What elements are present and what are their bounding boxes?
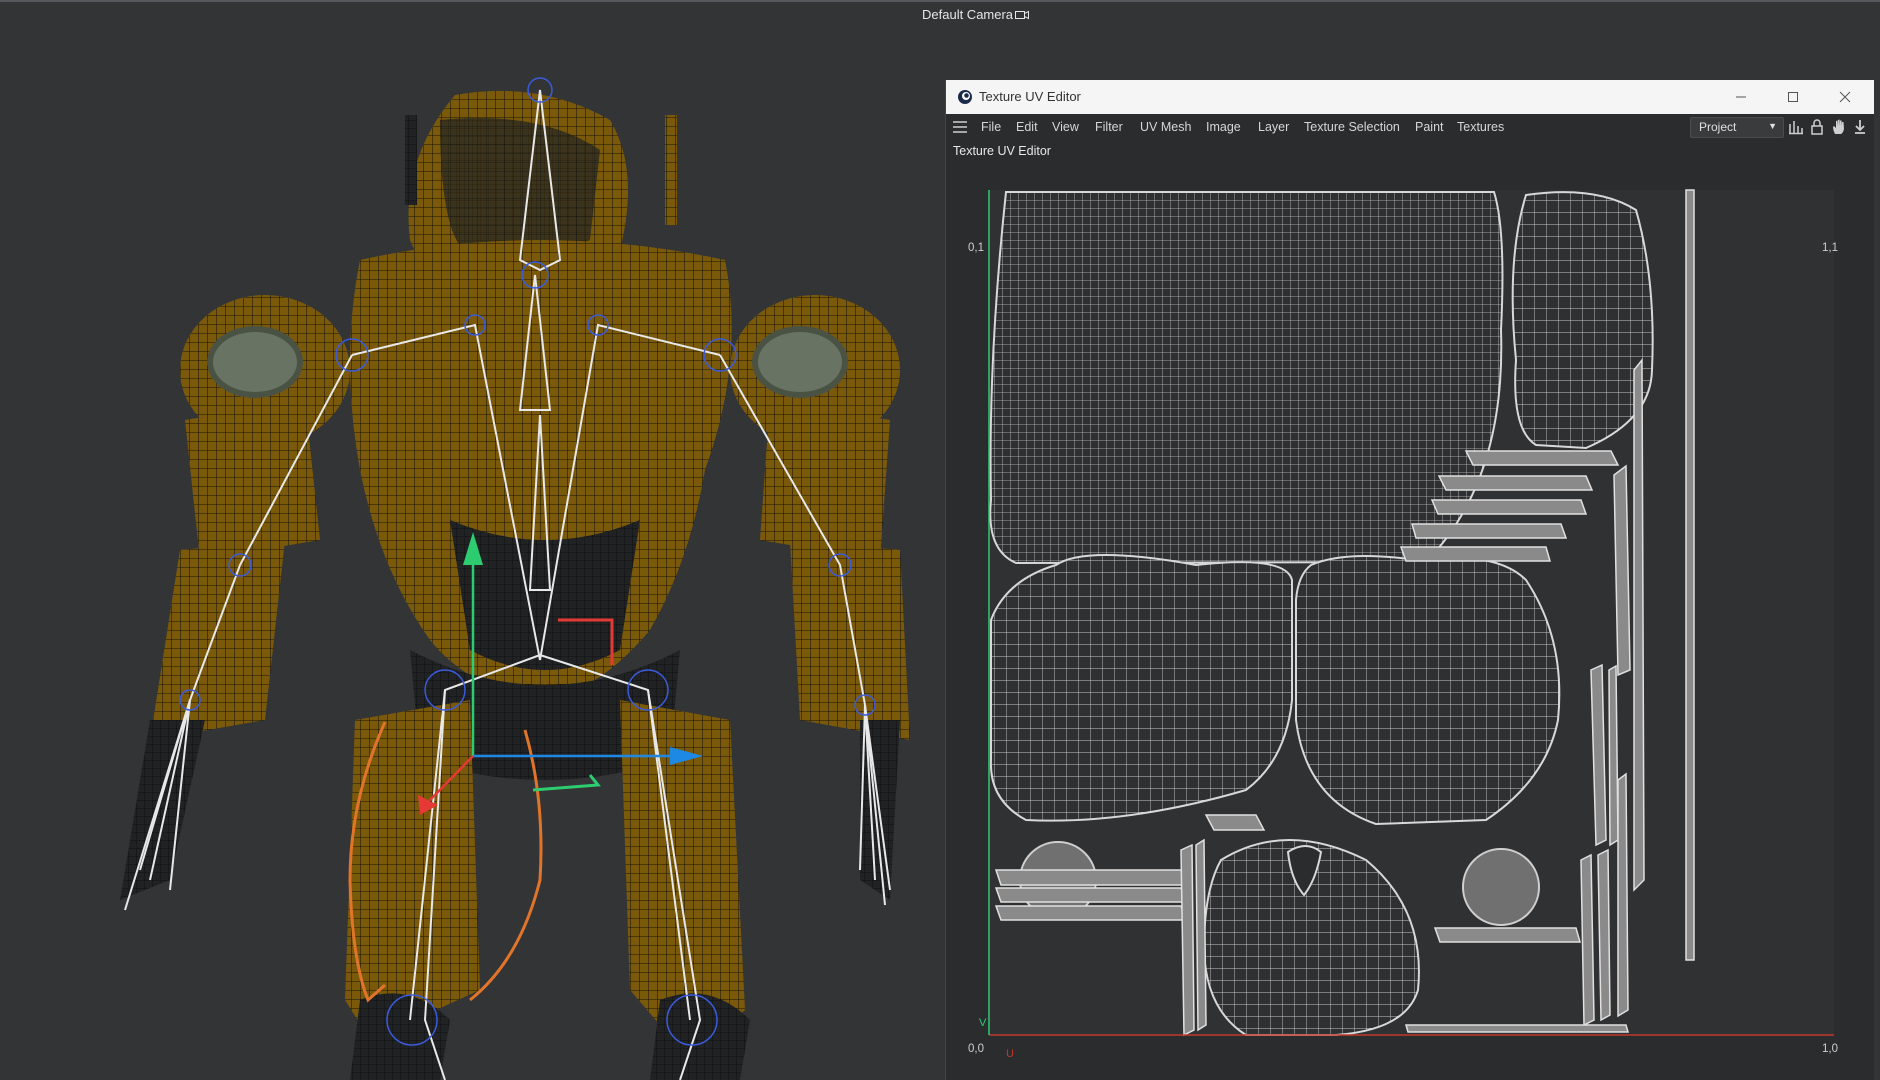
uv-corner-bottom-right: 1,0 [1822,1043,1838,1055]
uv-corner-top-right: 1,1 [1822,242,1838,254]
texture-uv-editor-window[interactable]: Texture UV Editor File Edit View Filter … [945,80,1874,1080]
v-axis-label: V [979,1017,987,1029]
uv-canvas[interactable] [946,80,1874,1080]
u-axis-label: U [1006,1048,1014,1060]
uv-corner-top-left: 0,1 [968,242,984,254]
camera-icon[interactable] [1015,9,1029,20]
robot-model[interactable] [0,0,940,1080]
camera-label[interactable]: Default Camera [922,7,1013,22]
robot-mesh [120,90,910,1080]
uv-corner-bottom-left: 0,0 [968,1043,984,1055]
